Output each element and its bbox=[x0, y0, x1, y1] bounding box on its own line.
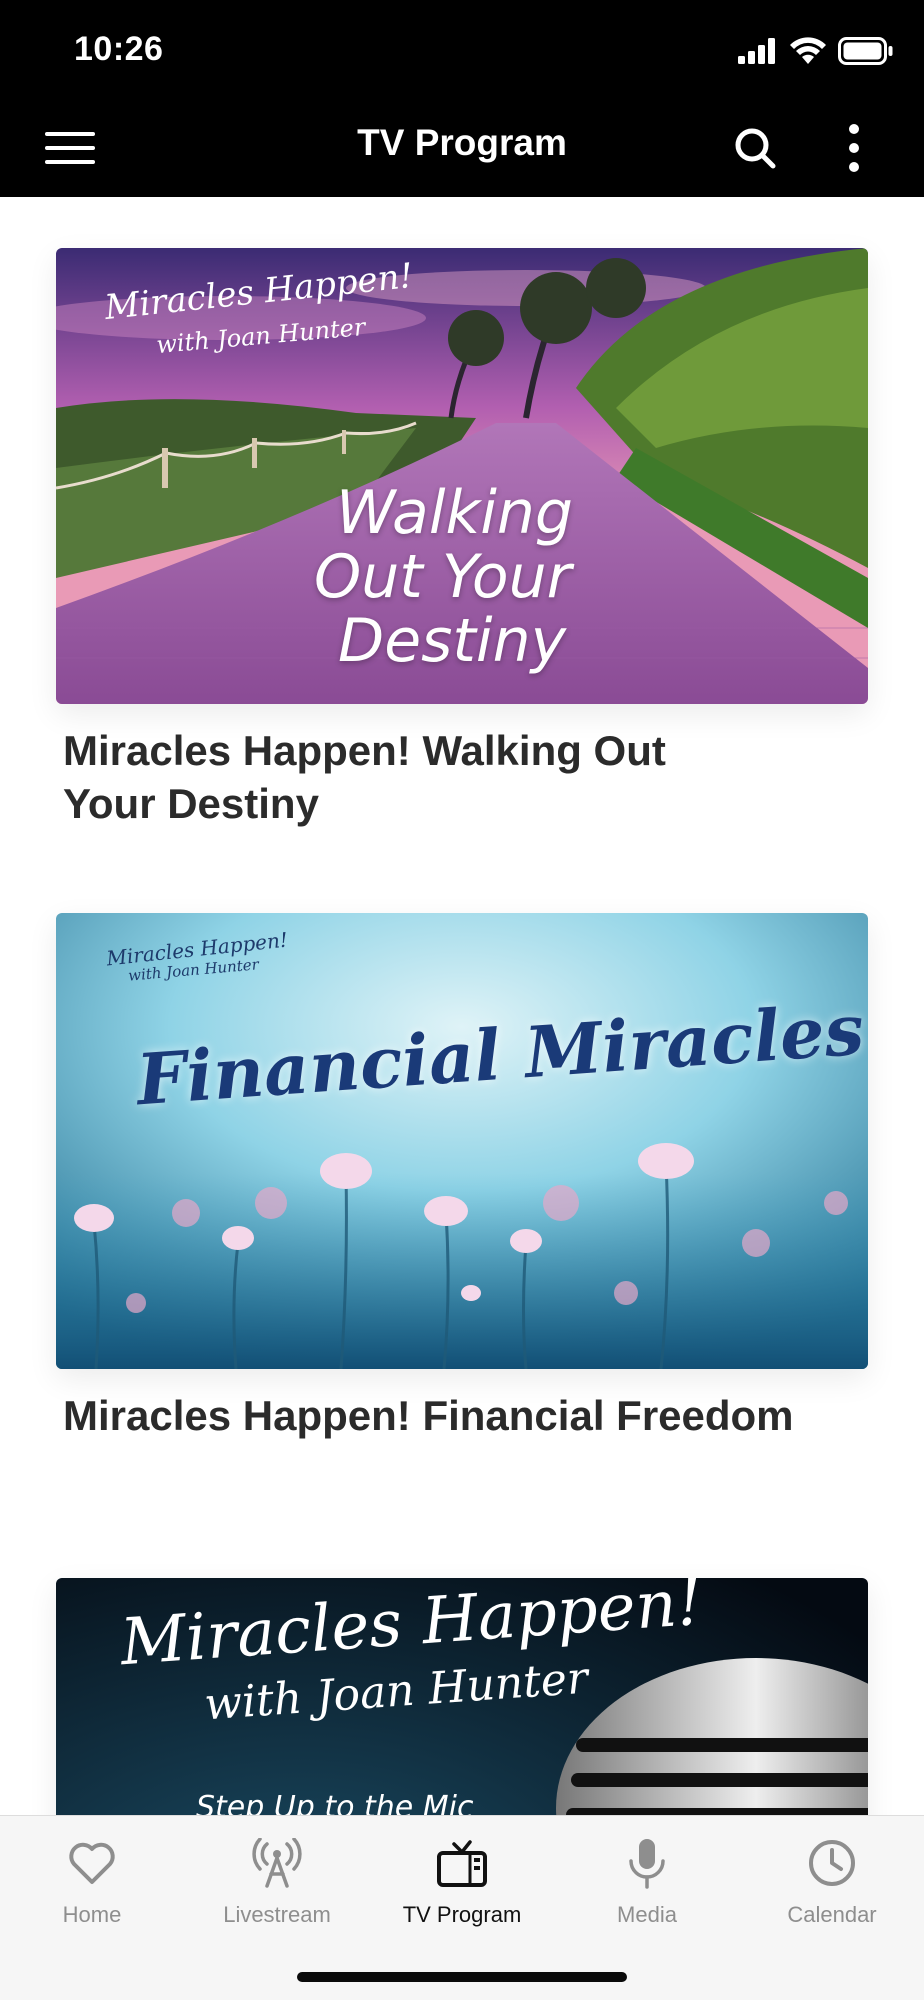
program-title[interactable]: Miracles Happen! Financial Freedom bbox=[56, 1389, 856, 1442]
status-icons bbox=[738, 34, 894, 68]
program-card[interactable]: Miracles Happen! with Joan Hunter Walkin… bbox=[56, 248, 868, 830]
more-vertical-icon bbox=[849, 124, 859, 172]
program-thumbnail[interactable]: Miracles Happen! with Joan Hunter Step U… bbox=[56, 1578, 868, 1815]
clock-icon bbox=[809, 1840, 855, 1886]
battery-icon bbox=[838, 37, 893, 65]
thumbnail-headline-line2: Out Your bbox=[314, 542, 572, 612]
program-title[interactable]: Miracles Happen! Walking Out Your Destin… bbox=[56, 724, 756, 830]
search-icon bbox=[735, 128, 776, 169]
tab-tv-program[interactable]: TV Program bbox=[370, 1834, 554, 1928]
thumbnail-headline-line1: Walking bbox=[336, 478, 574, 548]
program-card[interactable]: Miracles Happen! with Joan Hunter Financ… bbox=[56, 913, 868, 1442]
tab-label: Home bbox=[62, 1902, 122, 1927]
tv-icon bbox=[437, 1840, 487, 1887]
tab-label: Livestream bbox=[223, 1902, 331, 1927]
heart-icon bbox=[69, 1842, 115, 1884]
home-indicator[interactable] bbox=[297, 1972, 627, 1982]
program-thumbnail[interactable]: Miracles Happen! with Joan Hunter Walkin… bbox=[56, 248, 868, 704]
program-feed[interactable]: Miracles Happen! with Joan Hunter Walkin… bbox=[0, 197, 924, 1815]
thumbnail-subtitle: Step Up to the Mic bbox=[196, 1790, 474, 1815]
tab-livestream[interactable]: Livestream bbox=[185, 1834, 369, 1928]
status-time: 10:26 bbox=[74, 30, 164, 68]
thumbnail-headline-line3: Destiny bbox=[338, 606, 567, 676]
search-button[interactable] bbox=[725, 118, 785, 178]
broadcast-tower-icon bbox=[252, 1838, 302, 1888]
tab-label: TV Program bbox=[402, 1902, 522, 1927]
top-bar: 10:26 TV Program bbox=[0, 0, 924, 197]
tab-label: Media bbox=[617, 1902, 677, 1927]
program-thumbnail[interactable]: Miracles Happen! with Joan Hunter Financ… bbox=[56, 913, 868, 1369]
more-options-button[interactable] bbox=[824, 118, 884, 178]
page-title: TV Program bbox=[357, 122, 567, 163]
app-header: TV Program bbox=[0, 100, 924, 197]
thumbnail-image bbox=[56, 913, 868, 1369]
cellular-signal-icon bbox=[738, 38, 775, 64]
tab-home[interactable]: Home bbox=[0, 1834, 184, 1928]
tab-label: Calendar bbox=[787, 1902, 877, 1927]
microphone-icon bbox=[629, 1839, 665, 1889]
wifi-icon bbox=[790, 37, 826, 64]
tab-calendar[interactable]: Calendar bbox=[740, 1834, 924, 1928]
program-card[interactable]: Miracles Happen! with Joan Hunter Step U… bbox=[56, 1578, 868, 1815]
tab-media[interactable]: Media bbox=[555, 1834, 739, 1928]
